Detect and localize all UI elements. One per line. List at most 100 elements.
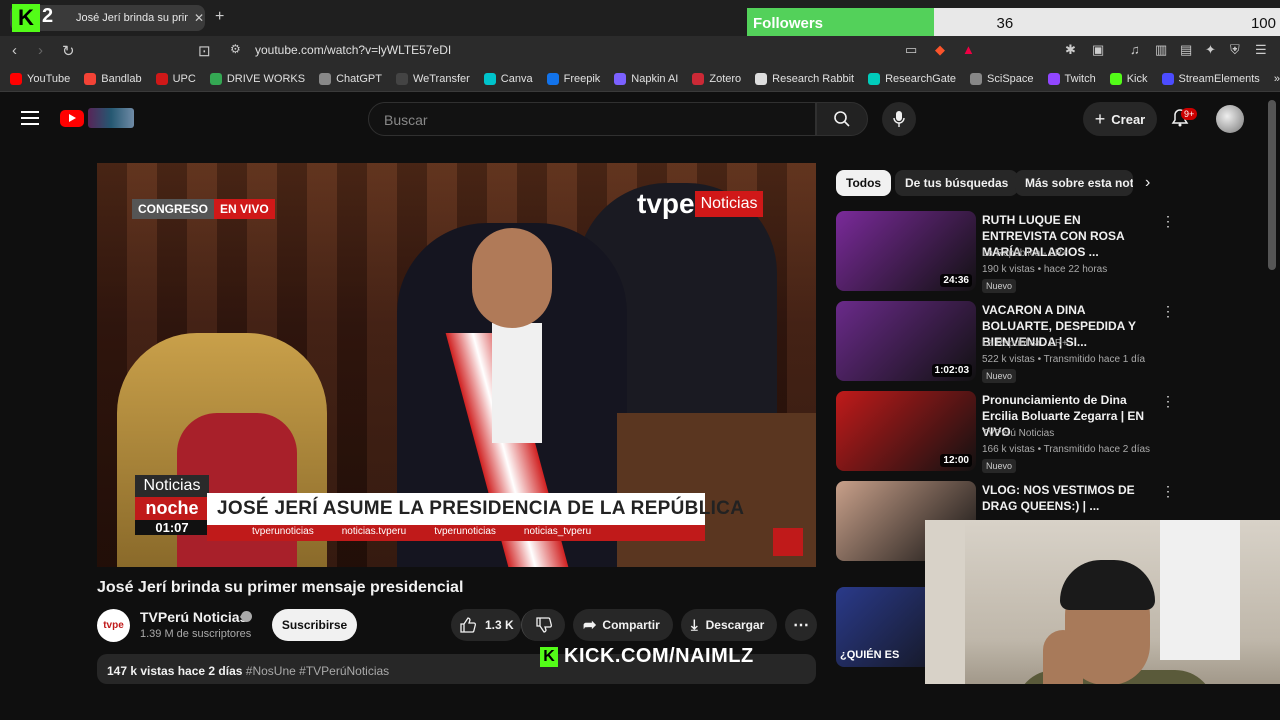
recommendation-channel[interactable]: La República - LR+ xyxy=(982,248,1068,259)
followers-goal-widget: Followers 36 100 xyxy=(747,8,1280,39)
create-label: Crear xyxy=(1111,111,1146,127)
hamburger-menu-icon[interactable] xyxy=(21,111,39,125)
search-button[interactable] xyxy=(816,102,868,136)
thumbs-up-icon xyxy=(460,617,476,633)
bookmark-twitch[interactable]: Twitch xyxy=(1047,72,1096,85)
chip-mas-sobre-esta-noticia[interactable]: Más sobre esta not xyxy=(1015,170,1133,196)
brave-rewards-icon[interactable]: ▲ xyxy=(962,42,975,57)
video-player[interactable]: CONGRESO EN VIVO tvpe Noticias Noticias … xyxy=(97,163,816,567)
more-vertical-icon[interactable]: ⋮ xyxy=(1161,303,1175,320)
recommendation-stats: 190 k vistas • hace 22 horas xyxy=(982,264,1108,275)
vpn-icon[interactable]: ⛨ xyxy=(1230,42,1240,58)
sidebar-icon[interactable]: ▥ xyxy=(1155,42,1167,58)
video-duration: 1:02:03 xyxy=(931,364,972,377)
notification-badge: 9+ xyxy=(1181,108,1198,120)
bookmark-favicon-icon xyxy=(970,72,983,85)
new-badge: Nuevo xyxy=(982,279,1017,293)
more-vertical-icon[interactable]: ⋮ xyxy=(1161,213,1175,230)
channel-avatar[interactable]: tvpe xyxy=(97,609,130,642)
bookmark-freepik[interactable]: Freepik xyxy=(546,72,600,85)
plus-icon: + xyxy=(1094,108,1106,129)
webcam-person-cap xyxy=(1060,560,1155,610)
recommendation-title[interactable]: VLOG: NOS VESTIMOS DE DRAG QUEENS:) | ..… xyxy=(982,482,1152,514)
page-scrollbar[interactable] xyxy=(1268,100,1276,270)
bookmark-bandlab[interactable]: Bandlab xyxy=(84,72,142,85)
recommendation-thumbnail[interactable]: 1:02:03 xyxy=(836,301,976,381)
share-button[interactable]: ➦ Compartir xyxy=(573,609,673,641)
close-tab-icon[interactable]: ✕ xyxy=(194,11,204,25)
reload-icon[interactable]: ↻ xyxy=(62,42,75,60)
tab-title: José Jerí brinda su primer xyxy=(76,12,188,24)
music-icon[interactable]: ♫ xyxy=(1130,42,1140,57)
site-info-icon[interactable]: ⚙ xyxy=(230,42,241,56)
youtube-doodle[interactable] xyxy=(88,108,134,128)
bookmark-scispace[interactable]: SciSpace xyxy=(970,72,1034,85)
bookmark-napkin-ai[interactable]: Napkin AI xyxy=(614,72,678,85)
dislike-button[interactable] xyxy=(521,609,565,641)
bookmark-zotero[interactable]: Zotero xyxy=(692,72,741,85)
recommendation-card[interactable]: 1:02:03 VACARON A DINA BOLUARTE, DESPEDID… xyxy=(836,301,1176,383)
bookmark-icon[interactable]: ⊡ xyxy=(198,42,211,60)
congreso-live-tag: CONGRESO EN VIVO xyxy=(132,199,275,219)
subscribe-button[interactable]: Suscribirse xyxy=(272,609,357,641)
cast-icon[interactable]: ▭ xyxy=(905,42,917,58)
verified-icon xyxy=(241,611,252,622)
user-avatar[interactable] xyxy=(1216,105,1244,133)
recommendation-card[interactable]: 12:00 Pronunciamiento de Dina Ercilia Bol… xyxy=(836,391,1176,473)
followers-goal: 100 xyxy=(1250,15,1276,32)
search-input[interactable]: Buscar xyxy=(384,112,428,128)
followers-label: Followers xyxy=(747,8,934,39)
bookmark-favicon-icon xyxy=(868,72,881,85)
recommendation-card[interactable]: 24:36 RUTH LUQUE EN ENTREVISTA CON ROSA M… xyxy=(836,211,1176,293)
bottom-strip xyxy=(0,684,1280,720)
new-tab-button[interactable]: + xyxy=(215,8,224,26)
bookmark-upc[interactable]: UPC xyxy=(155,72,196,85)
kick-overlay-number: 2 xyxy=(42,5,54,27)
ai-icon[interactable]: ✦ xyxy=(1205,42,1216,58)
youtube-header: Buscar + Crear xyxy=(0,96,1280,142)
forward-icon[interactable]: › xyxy=(38,42,43,59)
recommendation-card[interactable]: ¿QUIÉN ES xyxy=(836,587,976,667)
recommendation-thumbnail[interactable]: 24:36 xyxy=(836,211,976,291)
brave-shield-icon[interactable]: ◆ xyxy=(935,42,945,58)
search-box[interactable]: Buscar xyxy=(368,102,816,136)
chevron-right-icon[interactable]: › xyxy=(1145,174,1150,192)
more-bookmarks-icon[interactable]: » xyxy=(1274,73,1280,85)
more-actions-button[interactable]: ⋯ xyxy=(785,609,817,641)
extensions-icon[interactable]: ✱ xyxy=(1065,42,1076,58)
more-vertical-icon[interactable]: ⋮ xyxy=(1161,393,1175,410)
create-button[interactable]: + Crear xyxy=(1083,102,1157,136)
youtube-logo-icon[interactable] xyxy=(60,110,84,127)
download-button[interactable]: ⤓ Descargar xyxy=(681,609,777,641)
video-duration: 12:00 xyxy=(940,454,972,467)
bookmark-researchgate[interactable]: ResearchGate xyxy=(868,72,956,85)
recommendation-channel[interactable]: La República - LR+ xyxy=(982,338,1068,349)
more-vertical-icon[interactable]: ⋮ xyxy=(1161,483,1175,500)
like-button[interactable]: 1.3 K xyxy=(451,609,521,641)
bookmark-wetransfer[interactable]: WeTransfer xyxy=(395,72,470,85)
recommendation-channel[interactable]: TVPerú Noticias xyxy=(982,428,1054,439)
channel-name[interactable]: TVPerú Noticias xyxy=(140,609,247,625)
bookmark-chatgpt[interactable]: ChatGPT xyxy=(319,72,382,85)
thumbnail-caption: ¿QUIÉN ES xyxy=(840,649,900,661)
bookmark-canva[interactable]: Canva xyxy=(483,72,533,85)
chip-todos[interactable]: Todos xyxy=(836,170,892,196)
url-field[interactable]: youtube.com/watch?v=lyWLTE57eDI xyxy=(255,43,451,57)
bookmark-drive-works[interactable]: DRIVE WORKS xyxy=(209,72,305,85)
menu-icon[interactable]: ☰ xyxy=(1255,42,1267,58)
bookmark-favicon-icon xyxy=(10,72,22,85)
bookmarks-bar: YouTube Bandlab UPC DRIVE WORKS ChatGPT WeTra… xyxy=(0,66,1280,92)
wallet-icon[interactable]: ▤ xyxy=(1180,42,1192,58)
recommendation-thumbnail[interactable]: 12:00 xyxy=(836,391,976,471)
bookmark-streamelements[interactable]: StreamElements xyxy=(1161,72,1260,85)
search-icon xyxy=(834,111,850,127)
chip-de-tus-busquedas[interactable]: De tus búsquedas xyxy=(895,170,1019,196)
hashtags[interactable]: #NosUne #TVPerúNoticias xyxy=(246,664,389,678)
screenshot-icon[interactable]: ▣ xyxy=(1092,42,1104,58)
bookmark-youtube[interactable]: YouTube xyxy=(10,72,70,85)
recommendation-card[interactable]: VLOG: NOS VESTIMOS DE DRAG QUEENS:) | ..… xyxy=(836,481,1175,561)
back-icon[interactable]: ‹ xyxy=(12,42,17,59)
bookmark-research-rabbit[interactable]: Research Rabbit xyxy=(755,72,854,85)
bookmark-kick[interactable]: Kick xyxy=(1109,72,1148,85)
voice-search-button[interactable] xyxy=(882,102,916,136)
